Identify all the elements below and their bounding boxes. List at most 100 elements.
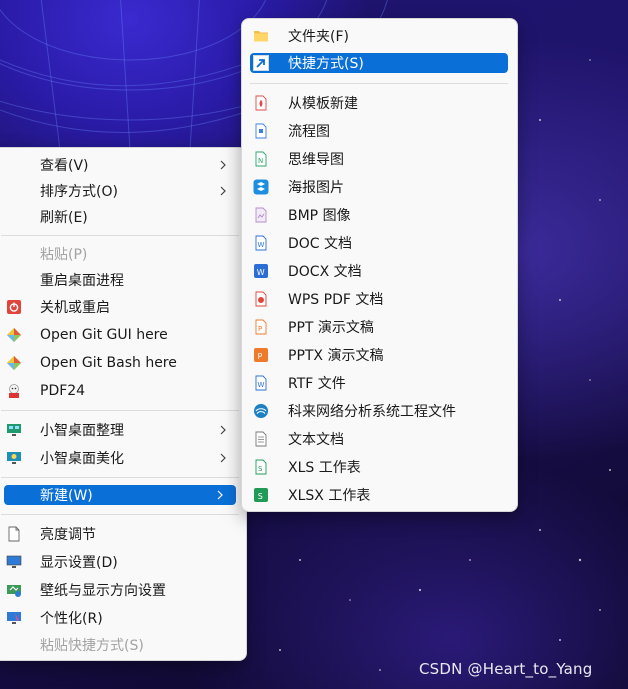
submenu-item-label: 从模板新建 — [288, 96, 358, 112]
menu-item-label: 壁纸与显示方向设置 — [40, 583, 166, 599]
submenu-item-label: PPTX 演示文稿 — [288, 348, 384, 364]
menu-item-label: 查看(V) — [40, 158, 89, 174]
menu-item-brightness[interactable]: 亮度调节 — [1, 522, 239, 546]
submenu-item-label: 文件夹(F) — [288, 29, 349, 45]
menu-item-label: 亮度调节 — [40, 527, 96, 543]
git-icon — [6, 355, 22, 371]
menu-item-pdf24[interactable]: PDF24 — [1, 379, 239, 403]
submenu-item-text-document[interactable]: 文本文档 — [250, 427, 508, 451]
ppt-icon: P — [255, 319, 267, 335]
submenu-item-xlsx[interactable]: S XLSX 工作表 — [250, 483, 508, 507]
menu-separator — [1, 410, 239, 411]
submenu-item-label: 快捷方式(S) — [288, 56, 364, 72]
chevron-right-icon — [220, 425, 226, 435]
bmp-icon — [255, 207, 267, 223]
menu-item-label: 重启桌面进程 — [40, 273, 124, 289]
menu-item-label: 粘贴快捷方式(S) — [40, 638, 144, 654]
menu-item-label: 排序方式(O) — [40, 184, 118, 200]
menu-item-xiaozhi-organize[interactable]: 小智桌面整理 — [1, 418, 239, 442]
menu-separator — [1, 477, 239, 478]
menu-item-shutdown[interactable]: 关机或重启 — [1, 295, 239, 319]
document-icon — [8, 526, 20, 542]
menu-item-label: 小智桌面美化 — [40, 451, 124, 467]
menu-item-personalize[interactable]: 个性化(R) — [1, 606, 239, 630]
menu-item-paste-shortcut[interactable]: 粘贴快捷方式(S) — [1, 633, 239, 657]
menu-item-label: PDF24 — [40, 383, 86, 399]
submenu-item-from-template[interactable]: 从模板新建 — [250, 91, 508, 115]
submenu-item-label: 文本文档 — [288, 432, 344, 448]
watermark-text: CSDN @Heart_to_Yang — [419, 660, 593, 678]
menu-item-restart-desktop[interactable]: 重启桌面进程 — [1, 268, 239, 292]
submenu-item-label: WPS PDF 文档 — [288, 292, 384, 308]
menu-item-label: Open Git GUI here — [40, 327, 168, 343]
submenu-item-pptx[interactable]: P PPTX 演示文稿 — [250, 343, 508, 367]
menu-item-wallpaper-orientation[interactable]: 壁纸与显示方向设置 — [1, 578, 239, 602]
svg-text:W: W — [258, 381, 265, 389]
wallpaper-rotate-icon — [7, 585, 21, 597]
menu-separator — [250, 83, 508, 84]
submenu-item-label: 海报图片 — [288, 180, 344, 196]
xls-icon: S — [255, 459, 267, 475]
menu-item-display-settings[interactable]: 显示设置(D) — [1, 550, 239, 574]
submenu-item-mindmap[interactable]: N 思维导图 — [250, 147, 508, 171]
power-icon — [7, 300, 21, 314]
submenu-item-docx[interactable]: W DOCX 文档 — [250, 259, 508, 283]
submenu-item-poster[interactable]: 海报图片 — [250, 175, 508, 199]
mindmap-icon: N — [255, 151, 267, 167]
submenu-item-folder[interactable]: 文件夹(F) — [250, 24, 508, 48]
submenu-item-label: 科来网络分析系统工程文件 — [288, 404, 456, 420]
submenu-item-xls[interactable]: S XLS 工作表 — [250, 455, 508, 479]
display-icon — [6, 555, 22, 568]
submenu-item-wps-pdf[interactable]: WPS PDF 文档 — [250, 287, 508, 311]
submenu-item-label: BMP 图像 — [288, 208, 351, 224]
docx-icon: W — [254, 264, 268, 278]
menu-item-label: 小智桌面整理 — [40, 423, 124, 439]
rtf-icon: W — [255, 375, 267, 391]
flowchart-icon — [255, 123, 267, 139]
submenu-item-label: RTF 文件 — [288, 376, 346, 392]
text-document-icon — [255, 431, 267, 447]
menu-separator — [1, 514, 239, 515]
submenu-item-rtf[interactable]: W RTF 文件 — [250, 371, 508, 395]
menu-item-label: 新建(W) — [40, 488, 93, 504]
submenu-item-doc[interactable]: W DOC 文档 — [250, 231, 508, 255]
chevron-right-icon — [220, 453, 226, 463]
menu-separator — [1, 235, 239, 236]
chevron-right-icon — [217, 490, 223, 500]
menu-item-xiaozhi-beautify[interactable]: 小智桌面美化 — [1, 446, 239, 470]
submenu-item-ppt[interactable]: P PPT 演示文稿 — [250, 315, 508, 339]
submenu-item-network-analyzer[interactable]: 科来网络分析系统工程文件 — [250, 399, 508, 423]
svg-text:N: N — [258, 157, 263, 165]
submenu-item-label: 流程图 — [288, 124, 330, 140]
new-submenu: 文件夹(F) 快捷方式(S) 从模板新建 流程图 N 思维导图 海报图片 BMP… — [241, 18, 518, 512]
desktop-context-menu: 查看(V) 排序方式(O) 刷新(E) 粘贴(P) 重启桌面进程 关机或重启 O… — [0, 147, 247, 661]
submenu-item-label: 思维导图 — [288, 152, 344, 168]
svg-text:S: S — [258, 492, 263, 501]
chevron-right-icon — [220, 186, 226, 196]
menu-item-label: 刷新(E) — [40, 210, 88, 226]
menu-item-paste[interactable]: 粘贴(P) — [1, 242, 239, 266]
template-icon — [255, 95, 267, 111]
xlsx-icon: S — [254, 488, 268, 502]
menu-item-sort[interactable]: 排序方式(O) — [1, 179, 239, 203]
personalize-icon — [7, 612, 21, 624]
submenu-item-shortcut[interactable]: 快捷方式(S) — [250, 53, 508, 73]
submenu-item-label: XLSX 工作表 — [288, 488, 371, 504]
monitor-beautify-icon — [7, 452, 21, 464]
svg-text:P: P — [258, 352, 263, 361]
menu-item-view[interactable]: 查看(V) — [1, 153, 239, 177]
menu-item-git-bash[interactable]: Open Git Bash here — [1, 351, 239, 375]
submenu-item-flowchart[interactable]: 流程图 — [250, 119, 508, 143]
chevron-right-icon — [220, 160, 226, 170]
pptx-icon: P — [254, 348, 268, 362]
submenu-item-label: DOCX 文档 — [288, 264, 362, 280]
menu-item-new[interactable]: 新建(W) — [4, 485, 236, 505]
menu-item-git-gui[interactable]: Open Git GUI here — [1, 323, 239, 347]
menu-item-refresh[interactable]: 刷新(E) — [1, 205, 239, 229]
svg-text:S: S — [258, 465, 263, 473]
menu-item-label: 个性化(R) — [40, 611, 103, 627]
submenu-item-label: PPT 演示文稿 — [288, 320, 374, 336]
doc-icon: W — [255, 235, 267, 251]
submenu-item-bmp[interactable]: BMP 图像 — [250, 203, 508, 227]
pdf24-icon — [9, 384, 19, 398]
